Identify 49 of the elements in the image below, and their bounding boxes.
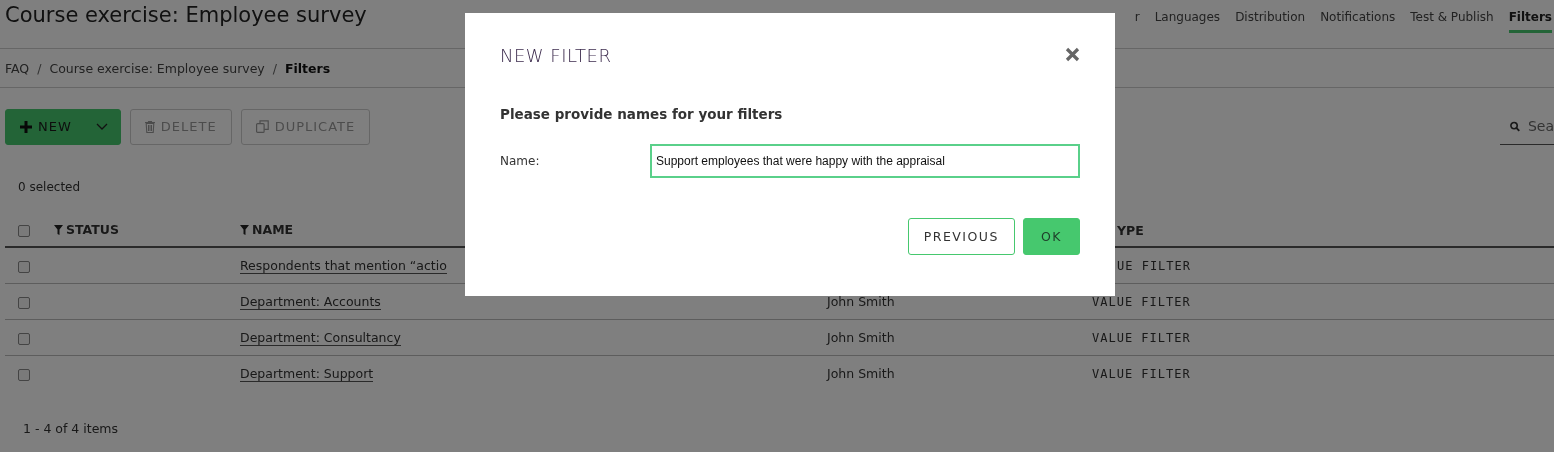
pagination-info: 1 - 4 of 4 items <box>22 420 120 436</box>
nav-tab[interactable]: Test & Publish <box>1410 10 1494 33</box>
type-cell: VALUE FILTER <box>1092 367 1191 381</box>
type-cell: VALUE FILTER <box>1092 295 1191 309</box>
ok-button[interactable]: OK <box>1022 218 1080 255</box>
type-cell: VALUE FILTER <box>1092 331 1191 345</box>
row-checkbox[interactable] <box>18 368 30 381</box>
name-input-field[interactable]: Support employees that were happy with the appraisal <box>650 144 1080 178</box>
copy-icon <box>255 120 269 133</box>
close-icon <box>1065 46 1080 62</box>
breadcrumb-item: Filters <box>285 60 331 76</box>
search-field[interactable]: Sea <box>1500 108 1554 145</box>
search-icon <box>1510 120 1520 132</box>
new-button[interactable]: NEW <box>5 108 121 145</box>
filter-icon <box>240 224 249 235</box>
row-checkbox[interactable] <box>18 332 30 345</box>
select-all-checkbox[interactable] <box>18 225 30 237</box>
author-cell: John Smith <box>827 366 895 381</box>
filter-name-link[interactable]: Department: Accounts <box>240 294 381 310</box>
previous-button[interactable]: PREVIOUS <box>907 218 1015 255</box>
row-checkbox[interactable] <box>18 296 30 309</box>
caret-icon <box>95 123 108 130</box>
nav-tab[interactable]: Languages <box>1154 10 1221 33</box>
nav-tab[interactable]: Notifications <box>1320 10 1396 33</box>
filter-name-link[interactable]: Respondents that mention “actio <box>240 258 447 274</box>
author-cell: John Smith <box>827 294 895 309</box>
breadcrumb-item[interactable]: Course exercise: Employee survey <box>49 60 265 76</box>
nav-tab[interactable]: r <box>1134 10 1140 33</box>
author-cell: John Smith <box>827 330 895 345</box>
row-checkbox[interactable] <box>18 260 30 273</box>
filter-icon <box>54 224 63 235</box>
trash-icon <box>144 120 155 133</box>
filter-name-link[interactable]: Department: Support <box>240 366 374 382</box>
column-header[interactable]: YPE <box>1117 222 1144 238</box>
type-cell: UE FILTER <box>1117 259 1192 273</box>
field-label: Name: <box>500 154 541 168</box>
breadcrumb-separator: / <box>37 60 42 76</box>
dialog-subtitle: Please provide names for your filters <box>500 106 784 122</box>
plus-icon <box>20 120 32 133</box>
breadcrumb-item[interactable]: FAQ <box>5 60 30 76</box>
nav-tab[interactable]: Distribution <box>1235 10 1306 33</box>
filter-name-link[interactable]: Department: Consultancy <box>240 330 401 346</box>
column-header[interactable]: STATUS <box>54 222 119 238</box>
breadcrumb-separator: / <box>272 60 277 76</box>
column-header[interactable]: NAME <box>240 222 294 238</box>
nav-tab[interactable]: Filters <box>1508 10 1552 33</box>
selection-count: 0 selected <box>18 180 81 196</box>
dialog-title: NEW FILTER <box>500 45 612 66</box>
page-title: Course exercise: Employee survey <box>5 3 367 27</box>
